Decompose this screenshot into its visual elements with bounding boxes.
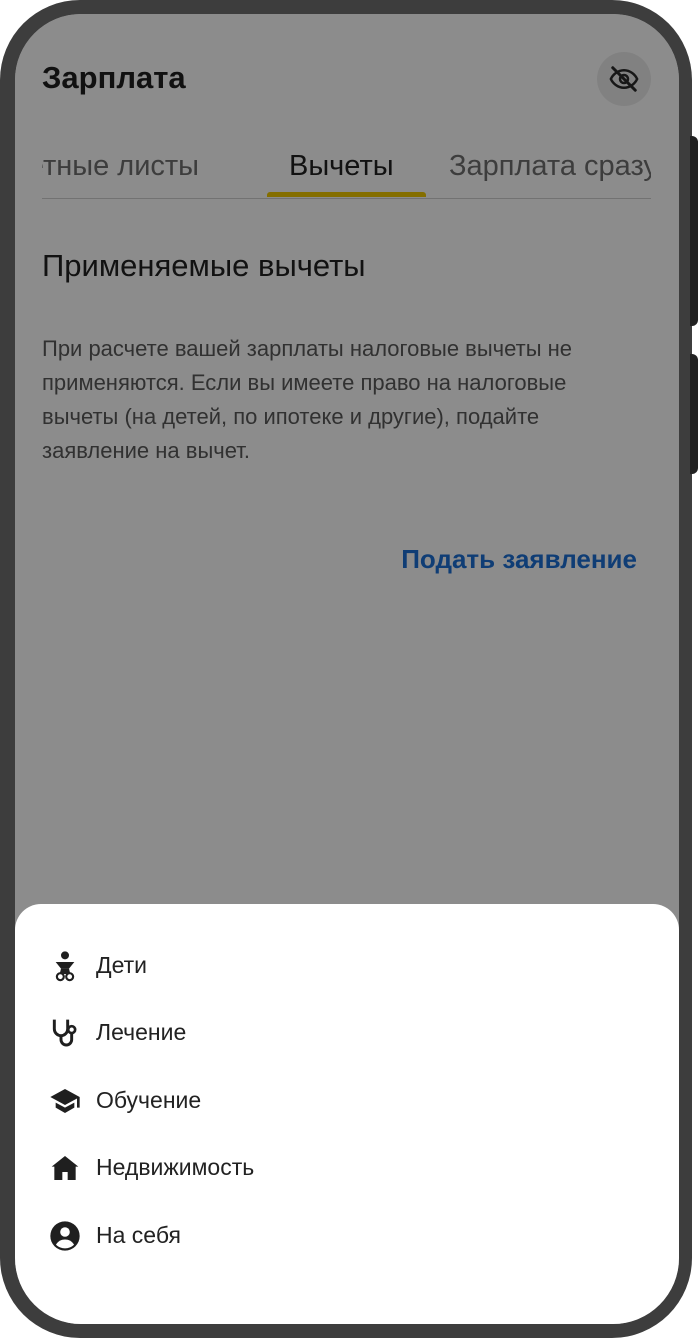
sheet-item-self[interactable]: На себя bbox=[15, 1206, 679, 1266]
home-icon bbox=[51, 1156, 79, 1180]
account-circle-icon bbox=[50, 1221, 80, 1251]
sheet-item-label: Лечение bbox=[96, 1019, 187, 1045]
sheet-item-children[interactable]: Дети bbox=[15, 936, 679, 996]
sheet-item-label: Дети bbox=[96, 952, 147, 978]
sheet-item-treatment[interactable]: Лечение bbox=[15, 1003, 679, 1063]
sheet-item-real-estate[interactable]: Недвижимость bbox=[15, 1138, 679, 1198]
sheet-item-label: На себя bbox=[96, 1222, 181, 1248]
bottom-sheet: Дети Лечение Обучение Недвижимость На се… bbox=[15, 904, 679, 1324]
sheet-item-label: Недвижимость bbox=[96, 1154, 255, 1180]
sheet-item-education[interactable]: Обучение bbox=[15, 1071, 679, 1131]
baby-icon bbox=[55, 951, 75, 982]
phone-side-button bbox=[690, 354, 698, 474]
sheet-item-label: Обучение bbox=[96, 1087, 202, 1113]
screen: Зарплата Расчетные листы Вычеты Зарплата… bbox=[15, 14, 679, 1324]
graduation-cap-icon bbox=[50, 1089, 80, 1113]
phone-side-button bbox=[690, 136, 698, 326]
stethoscope-icon bbox=[52, 1019, 77, 1047]
